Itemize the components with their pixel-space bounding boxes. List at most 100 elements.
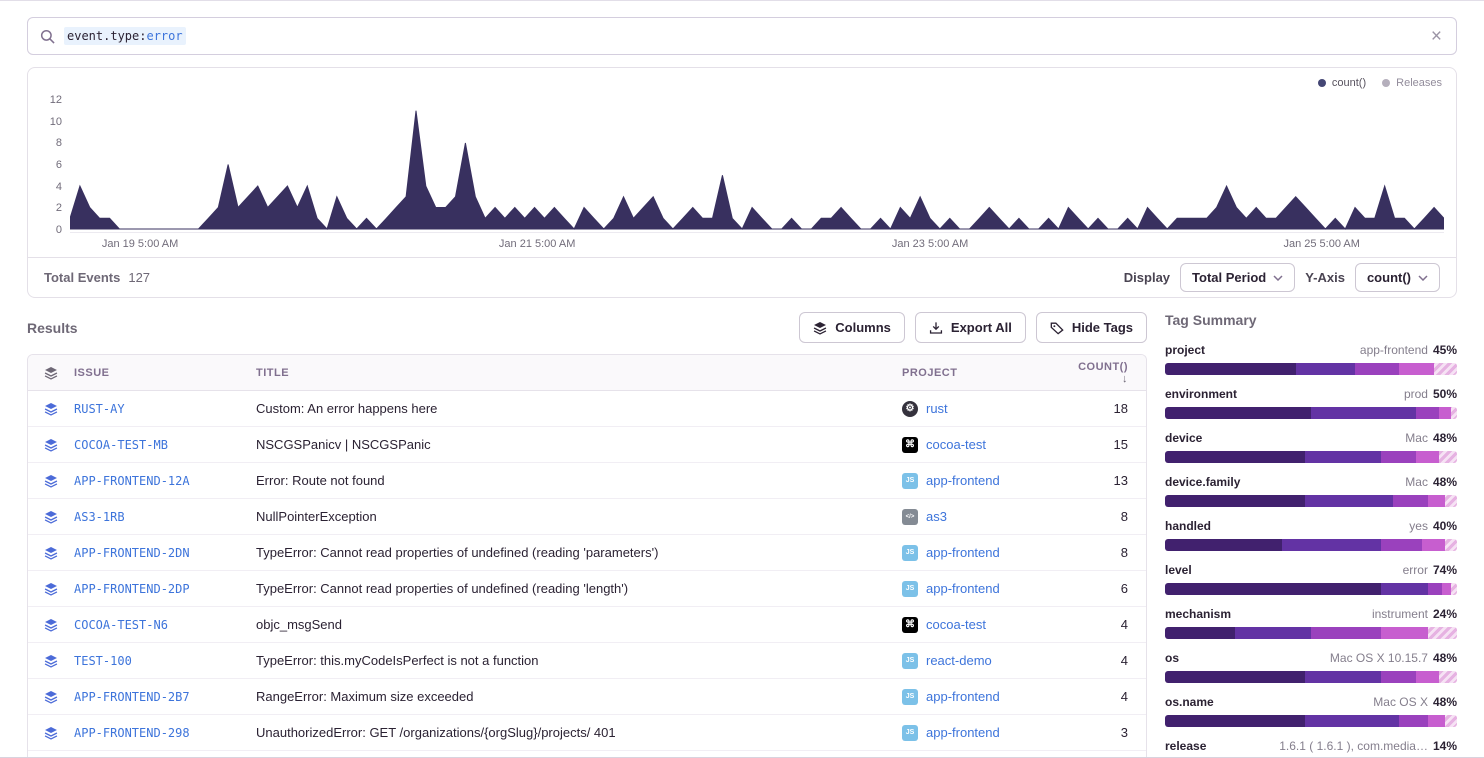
- title-cell: UnauthorizedError: GET /organizations/{o…: [256, 725, 902, 740]
- search-bar[interactable]: event.type:error ×: [27, 17, 1457, 55]
- column-header-issue[interactable]: ISSUE: [74, 367, 256, 379]
- query-key: event.type:: [67, 29, 146, 43]
- tag-name: project: [1165, 343, 1205, 357]
- count-cell: 6: [1070, 581, 1146, 596]
- x-tick-label: Jan 21 5:00 AM: [499, 238, 575, 250]
- tag-name: handled: [1165, 519, 1211, 533]
- project-link[interactable]: app-frontend: [926, 689, 1000, 704]
- count-cell: 8: [1070, 545, 1146, 560]
- column-header-title[interactable]: TITLE: [256, 367, 902, 379]
- legend-dot: [1382, 79, 1390, 87]
- apple-platform-icon: ⌘: [902, 617, 918, 633]
- clear-search-icon[interactable]: ×: [1429, 27, 1444, 46]
- discover-page: event.type:error × count()Releases 12108…: [0, 0, 1484, 758]
- title-cell: Error: Route not found: [256, 473, 902, 488]
- tag-name: device: [1165, 431, 1202, 445]
- search-input[interactable]: event.type:error: [64, 29, 1429, 43]
- column-header-count[interactable]: COUNT() ↓: [1070, 361, 1146, 385]
- tag-distribution-bar[interactable]: [1165, 627, 1457, 639]
- stack-icon: [44, 654, 58, 668]
- tag-distribution-bar[interactable]: [1165, 495, 1457, 507]
- tag-level: levelerror74%: [1165, 561, 1457, 595]
- issue-link[interactable]: TEST-100: [74, 654, 132, 668]
- issue-icon-cell: [28, 402, 74, 416]
- issue-link[interactable]: APP-FRONTEND-2DN: [74, 546, 190, 560]
- tag-distribution-bar[interactable]: [1165, 407, 1457, 419]
- project-cell: ⌘ cocoa-test: [902, 437, 1070, 453]
- chart-body: 121086420 Jan 19 5:00 AMJan 21 5:00 AMJa…: [28, 91, 1456, 257]
- tag-distribution-bar[interactable]: [1165, 451, 1457, 463]
- project-link[interactable]: cocoa-test: [926, 617, 986, 632]
- tag-handled: handledyes40%: [1165, 517, 1457, 551]
- column-header-project[interactable]: PROJECT: [902, 367, 1070, 379]
- tag-bar-segment: [1305, 671, 1381, 683]
- tag-top-value: prod50%: [1404, 385, 1457, 403]
- tag-top-value: app-frontend45%: [1360, 341, 1457, 359]
- issue-icon-cell: [28, 582, 74, 596]
- stack-icon: [44, 402, 58, 416]
- issue-link[interactable]: APP-FRONTEND-2B7: [74, 690, 190, 704]
- hide-tags-button[interactable]: Hide Tags: [1036, 312, 1147, 343]
- tag-device-family: device.familyMac48%: [1165, 473, 1457, 507]
- issue-link[interactable]: RUST-AY: [74, 402, 125, 416]
- table-header: ISSUETITLEPROJECTCOUNT() ↓: [28, 355, 1146, 391]
- yaxis-dropdown[interactable]: count(): [1355, 263, 1440, 292]
- tag-value-label: instrument: [1372, 607, 1428, 621]
- issue-link[interactable]: APP-FRONTEND-2DP: [74, 582, 190, 596]
- project-link[interactable]: as3: [926, 509, 947, 524]
- y-tick-label: 0: [56, 223, 62, 237]
- tag-bar-segment: [1381, 539, 1422, 551]
- tag-bar-segment: [1355, 363, 1399, 375]
- events-chart-panel: count()Releases 121086420 Jan 19 5:00 AM…: [27, 67, 1457, 298]
- y-tick-label: 6: [56, 158, 62, 172]
- tag-header: environmentprod50%: [1165, 385, 1457, 403]
- export-all-button[interactable]: Export All: [915, 312, 1026, 343]
- issue-link[interactable]: AS3-1RB: [74, 510, 125, 524]
- tag-distribution-bar[interactable]: [1165, 583, 1457, 595]
- tag-distribution-bar[interactable]: [1165, 671, 1457, 683]
- columns-button[interactable]: Columns: [799, 312, 905, 343]
- tag-bar-segment: [1439, 451, 1457, 463]
- code-platform-icon: </>: [902, 509, 918, 525]
- tag-bar-segment: [1445, 495, 1457, 507]
- table-row: AS3-1RBNullPointerException</>as38: [28, 499, 1146, 535]
- project-link[interactable]: app-frontend: [926, 545, 1000, 560]
- tag-name: device.family: [1165, 475, 1240, 489]
- issue-icon-cell: [28, 438, 74, 452]
- project-link[interactable]: app-frontend: [926, 581, 1000, 596]
- apple-platform-icon: ⌘: [902, 437, 918, 453]
- tag-top-value: instrument24%: [1372, 605, 1457, 623]
- tag-bar-segment: [1428, 627, 1457, 639]
- project-link[interactable]: rust: [926, 401, 948, 416]
- tag-distribution-bar[interactable]: [1165, 539, 1457, 551]
- legend-item-count[interactable]: count(): [1318, 77, 1366, 89]
- y-tick-label: 2: [56, 201, 62, 215]
- project-link[interactable]: app-frontend: [926, 725, 1000, 740]
- tag-bar-segment: [1311, 627, 1381, 639]
- tag-top-value: Mac OS X 10.15.748%: [1330, 649, 1457, 667]
- count-cell: 13: [1070, 473, 1146, 488]
- tag-bar-segment: [1416, 407, 1439, 419]
- tag-percent: 40%: [1433, 519, 1457, 533]
- issue-link[interactable]: COCOA-TEST-MB: [74, 438, 168, 452]
- issue-cell: TEST-100: [74, 653, 256, 668]
- tag-list: project app-frontend45% environmentprod50%…: [1165, 341, 1457, 758]
- project-link[interactable]: app-frontend: [926, 473, 1000, 488]
- tag-value-label: Mac OS X 10.15.7: [1330, 651, 1428, 665]
- button-label: Export All: [951, 320, 1012, 335]
- legend-item-releases[interactable]: Releases: [1382, 77, 1442, 89]
- display-dropdown[interactable]: Total Period: [1180, 263, 1295, 292]
- tag-name: release: [1165, 739, 1206, 753]
- issue-link[interactable]: COCOA-TEST-N6: [74, 618, 168, 632]
- project-link[interactable]: react-demo: [926, 653, 992, 668]
- tag-distribution-bar[interactable]: [1165, 715, 1457, 727]
- events-chart-svg[interactable]: [70, 93, 1444, 233]
- table-row: APP-FRONTEND-298 UnauthorizedError: GET /…: [28, 715, 1146, 751]
- issue-link[interactable]: APP-FRONTEND-12A: [74, 474, 190, 488]
- tag-distribution-bar[interactable]: [1165, 363, 1457, 375]
- tag-bar-segment: [1165, 451, 1305, 463]
- table-row: RUST-AYCustom: An error happens here⚙rus…: [28, 391, 1146, 427]
- issue-link[interactable]: APP-FRONTEND-298: [74, 726, 190, 740]
- results-section: Results ColumnsExport AllHide Tags ISSUE…: [27, 312, 1147, 758]
- project-link[interactable]: cocoa-test: [926, 437, 986, 452]
